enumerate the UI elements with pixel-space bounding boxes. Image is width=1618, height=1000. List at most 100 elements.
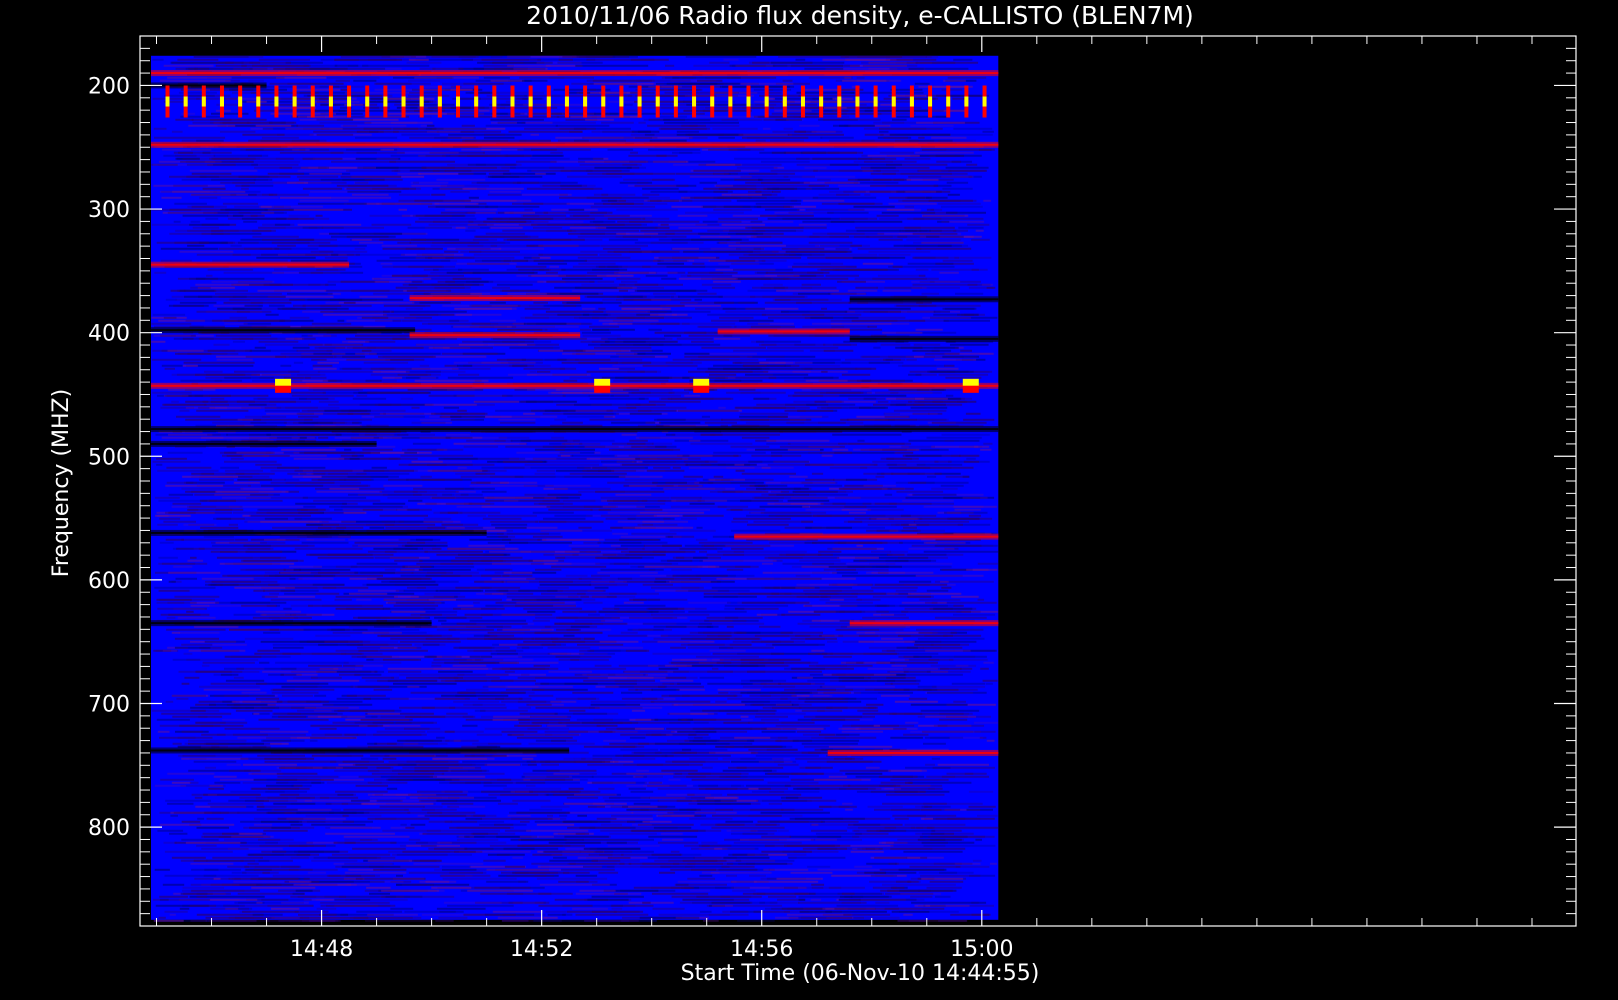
noise-streak — [589, 706, 643, 709]
noise-streak — [182, 214, 229, 217]
noise-streak — [294, 547, 363, 550]
noise-streak — [619, 577, 674, 580]
noise-streak — [296, 175, 339, 178]
noise-streak — [432, 67, 464, 70]
noise-streak — [846, 58, 897, 61]
noise-streak — [974, 721, 998, 724]
noise-streak — [222, 496, 271, 499]
noise-streak — [383, 598, 429, 601]
noise-streak — [602, 505, 645, 508]
noise-streak — [759, 151, 786, 154]
noise-streak — [589, 325, 620, 328]
noise-streak — [906, 178, 939, 181]
noise-streak — [830, 220, 903, 223]
noise-streak — [985, 682, 993, 685]
noise-streak — [191, 193, 237, 196]
noise-streak — [444, 169, 510, 172]
noise-streak — [930, 664, 977, 667]
noise-streak — [388, 670, 422, 673]
noise-streak — [400, 454, 474, 457]
noise-streak — [379, 514, 428, 517]
noise-streak — [416, 343, 484, 346]
noise-streak — [589, 397, 645, 400]
noise-streak — [683, 460, 718, 463]
noise-streak — [834, 541, 883, 544]
noise-streak — [407, 541, 448, 544]
noise-streak — [775, 601, 786, 604]
noise-streak — [740, 715, 749, 718]
noise-streak — [928, 658, 940, 661]
noise-streak — [551, 565, 607, 568]
noise-streak — [796, 730, 822, 733]
noise-streak — [582, 469, 637, 472]
noise-streak — [678, 277, 738, 280]
noise-streak — [224, 322, 248, 325]
noise-streak — [870, 166, 896, 169]
noise-streak — [930, 208, 943, 211]
noise-streak — [601, 121, 634, 124]
noise-streak — [677, 730, 717, 733]
noise-streak — [241, 187, 249, 190]
noise-streak — [336, 184, 389, 187]
noise-streak — [819, 244, 852, 247]
noise-streak — [604, 340, 678, 343]
noise-streak — [205, 217, 219, 220]
noise-streak — [291, 139, 327, 142]
noise-streak — [363, 469, 414, 472]
noise-streak — [357, 646, 394, 649]
noise-streak — [795, 490, 853, 493]
noise-streak — [714, 379, 763, 382]
noise-streak — [920, 448, 949, 451]
noise-streak — [173, 151, 232, 154]
noise-streak — [287, 217, 330, 220]
noise-streak — [252, 64, 311, 67]
noise-streak — [485, 568, 513, 571]
noise-streak — [401, 448, 464, 451]
noise-streak — [890, 391, 942, 394]
noise-streak — [726, 466, 794, 469]
noise-streak — [597, 571, 658, 574]
noise-streak — [726, 508, 766, 511]
noise-streak — [430, 388, 484, 391]
noise-streak — [892, 265, 903, 268]
noise-streak — [498, 535, 516, 538]
noise-streak — [547, 646, 591, 649]
noise-streak — [407, 226, 452, 229]
noise-streak — [271, 691, 319, 694]
noise-streak — [493, 625, 512, 628]
noise-streak — [586, 370, 645, 373]
noise-streak — [527, 112, 562, 115]
noise-streak — [713, 451, 766, 454]
noise-streak — [733, 454, 742, 457]
noise-streak — [351, 238, 372, 241]
noise-streak — [693, 169, 741, 172]
noise-streak — [808, 493, 817, 496]
noise-streak — [421, 166, 455, 169]
noise-streak — [718, 241, 783, 244]
noise-streak — [872, 460, 939, 463]
noise-streak — [817, 268, 878, 271]
noise-streak — [311, 322, 352, 325]
noise-streak — [158, 562, 196, 565]
noise-streak — [551, 436, 565, 439]
noise-streak — [899, 466, 974, 469]
noise-streak — [832, 97, 853, 100]
noise-streak — [414, 76, 479, 79]
noise-streak — [607, 148, 634, 151]
noise-streak — [959, 454, 979, 457]
noise-streak — [473, 649, 492, 652]
noise-streak — [827, 232, 885, 235]
noise-streak — [329, 352, 378, 355]
noise-streak — [447, 511, 459, 514]
noise-streak — [607, 499, 648, 502]
noise-streak — [614, 394, 681, 397]
noise-streak — [314, 694, 327, 697]
noise-streak — [770, 169, 818, 172]
noise-streak — [436, 178, 486, 181]
noise-streak — [264, 667, 297, 670]
noise-streak — [780, 310, 848, 313]
noise-streak — [367, 550, 397, 553]
noise-streak — [220, 466, 240, 469]
noise-streak — [698, 541, 753, 544]
noise-streak — [805, 463, 878, 466]
